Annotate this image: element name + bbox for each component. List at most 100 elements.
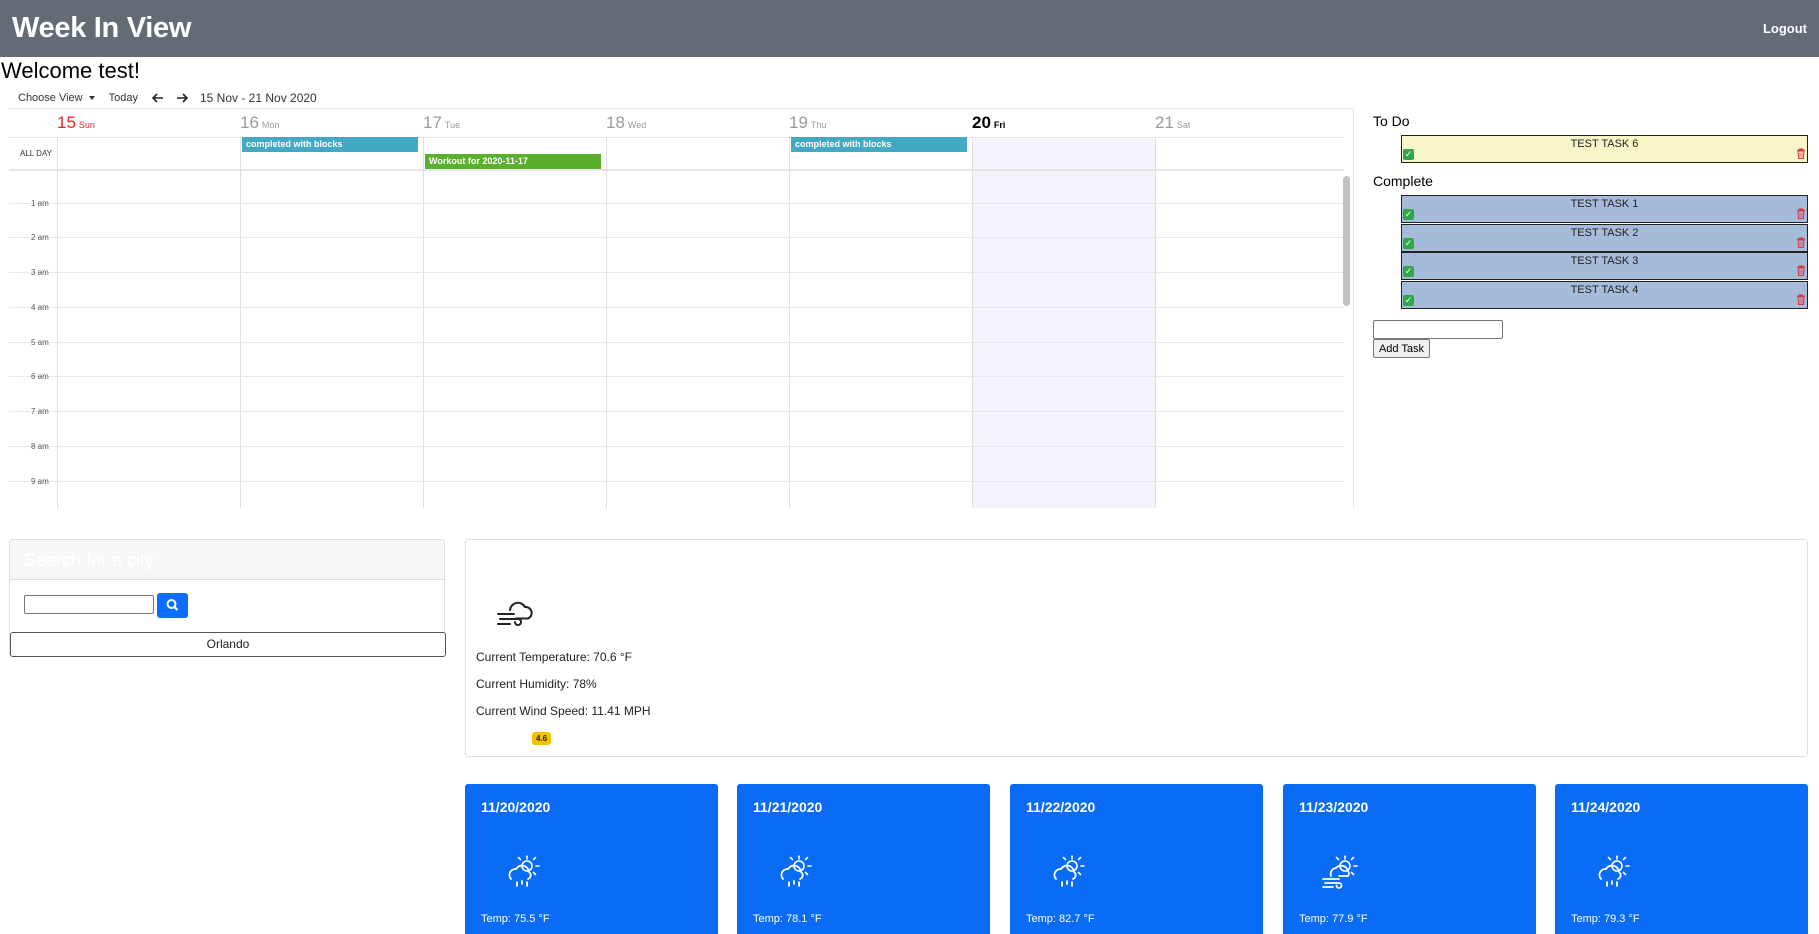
column-divider: [606, 137, 607, 508]
forecast-date: 11/21/2020: [753, 799, 823, 815]
hour-line: [9, 481, 1344, 482]
calendar-event[interactable]: completed with blocks: [242, 137, 418, 152]
search-history-orlando[interactable]: Orlando: [10, 632, 446, 657]
forecast-temp: Temp: 79.3 °F: [1571, 913, 1640, 925]
forecast-temp: Temp: 77.9 °F: [1299, 913, 1368, 925]
checkbox-icon[interactable]: ✓: [1403, 266, 1414, 277]
complete-task[interactable]: TEST TASK 4 ✓: [1401, 281, 1808, 309]
complete-heading: Complete: [1373, 173, 1433, 189]
calendar-event[interactable]: Workout for 2020-11-17: [425, 154, 601, 169]
hour-label: 3 am: [31, 268, 49, 277]
day-number: 15: [57, 113, 76, 132]
day-number: 18: [606, 113, 625, 132]
calendar-event[interactable]: completed with blocks: [791, 137, 967, 152]
hour-label: 2 am: [31, 233, 49, 242]
hour-label: 4 am: [31, 303, 49, 312]
all-day-label: ALL DAY: [20, 149, 53, 158]
sun-rain-icon: [508, 855, 540, 887]
calendar-scrollbar[interactable]: [1343, 176, 1350, 306]
forecast-temp: Temp: 82.7 °F: [1026, 913, 1095, 925]
day-number: 19: [789, 113, 808, 132]
forecast-card: 11/20/2020 Temp: 75.5 °F: [465, 784, 718, 934]
add-task-button[interactable]: Add Task: [1373, 339, 1430, 358]
todo-heading: To Do: [1373, 113, 1410, 129]
windy-cloud-icon: [497, 601, 533, 626]
current-wind-speed: Current Wind Speed: 11.41 MPH: [476, 704, 651, 718]
sun-rain-icon: [1598, 855, 1630, 887]
app-title: Week In View: [12, 12, 192, 44]
logout-link[interactable]: Logout: [1763, 21, 1807, 36]
calendar-toolbar: Choose View Today 15 Nov - 21 Nov 2020: [18, 90, 331, 105]
todo-task[interactable]: TEST TASK 6 ✓: [1401, 135, 1808, 163]
arrow-right-icon: [176, 92, 189, 103]
choose-view-label: Choose View: [18, 91, 83, 104]
hour-line: [9, 237, 1344, 238]
sun-rain-icon: [1053, 855, 1085, 887]
task-label: TEST TASK 2: [1570, 227, 1639, 239]
forecast-temp: Temp: 78.1 °F: [753, 913, 822, 925]
current-temperature: Current Temperature: 70.6 °F: [476, 650, 632, 664]
task-label: TEST TASK 1: [1570, 198, 1639, 210]
prev-week-button[interactable]: [151, 90, 164, 106]
day-name: Sat: [1176, 120, 1191, 130]
hour-label: 7 am: [31, 407, 49, 416]
city-search-card: Search for a city: Orlando: [9, 539, 446, 657]
welcome-heading: Welcome test!: [1, 58, 140, 83]
checkbox-icon[interactable]: ✓: [1403, 149, 1414, 160]
date-range-label: 15 Nov - 21 Nov 2020: [199, 90, 317, 105]
trash-icon[interactable]: [1796, 148, 1806, 159]
forecast-date: 11/20/2020: [481, 799, 551, 815]
hour-label: 6 am: [31, 372, 49, 381]
trash-icon[interactable]: [1796, 294, 1806, 305]
sun-wind-icon: [1322, 855, 1358, 889]
day-name: Fri: [993, 120, 1006, 130]
today-column-highlight: [972, 137, 1155, 508]
hour-line: [9, 411, 1344, 412]
week-calendar: 15 Sun 16 Mon 17 Tue 18 Wed 19 Thu 20 Fri 21 Sa…: [9, 108, 1354, 508]
hour-label: 8 am: [31, 442, 49, 451]
search-button[interactable]: [157, 593, 188, 618]
column-divider: [240, 137, 241, 508]
choose-view-dropdown[interactable]: Choose View: [18, 92, 95, 104]
column-divider: [423, 137, 424, 508]
all-day-row: [9, 137, 1344, 171]
complete-task[interactable]: TEST TASK 1 ✓: [1401, 195, 1808, 223]
checkbox-icon[interactable]: ✓: [1403, 209, 1414, 220]
next-week-button[interactable]: [176, 90, 189, 106]
hour-line: [9, 203, 1344, 204]
day-name: Thu: [810, 120, 827, 130]
uv-index-badge: 4.6: [532, 732, 552, 745]
today-button[interactable]: Today: [109, 92, 138, 104]
task-label: TEST TASK 3: [1570, 255, 1639, 267]
column-divider: [789, 137, 790, 508]
search-heading: Search for a city:: [10, 540, 444, 580]
forecast-temp: Temp: 75.5 °F: [481, 913, 550, 925]
complete-task[interactable]: TEST TASK 3 ✓: [1401, 252, 1808, 280]
current-humidity: Current Humidity: 78%: [476, 677, 597, 691]
hour-line: [9, 272, 1344, 273]
task-label: TEST TASK 6: [1570, 138, 1639, 150]
checkbox-icon[interactable]: ✓: [1403, 238, 1414, 249]
day-name: Mon: [261, 120, 280, 130]
hour-line: [9, 342, 1344, 343]
forecast-date: 11/24/2020: [1571, 799, 1641, 815]
current-weather-card: Current Temperature: 70.6 °F Current Hum…: [465, 539, 1808, 757]
hour-label: 5 am: [31, 338, 49, 347]
city-search-input[interactable]: [24, 595, 154, 614]
forecast-card: 11/23/2020 Temp: 77.9 °F: [1283, 784, 1536, 934]
task-label: TEST TASK 4: [1570, 284, 1639, 296]
forecast-date: 11/23/2020: [1299, 799, 1369, 815]
arrow-left-icon: [151, 92, 163, 103]
hour-line: [9, 307, 1344, 308]
complete-task[interactable]: TEST TASK 2 ✓: [1401, 224, 1808, 252]
trash-icon[interactable]: [1796, 237, 1806, 248]
search-icon: [166, 599, 179, 611]
day-number: 21: [1155, 113, 1174, 132]
hour-line: [9, 376, 1344, 377]
trash-icon[interactable]: [1796, 208, 1806, 219]
forecast-date: 11/22/2020: [1026, 799, 1096, 815]
hour-label: 1 am: [31, 199, 49, 208]
new-task-input[interactable]: [1373, 320, 1503, 339]
checkbox-icon[interactable]: ✓: [1403, 295, 1414, 306]
trash-icon[interactable]: [1796, 265, 1806, 276]
